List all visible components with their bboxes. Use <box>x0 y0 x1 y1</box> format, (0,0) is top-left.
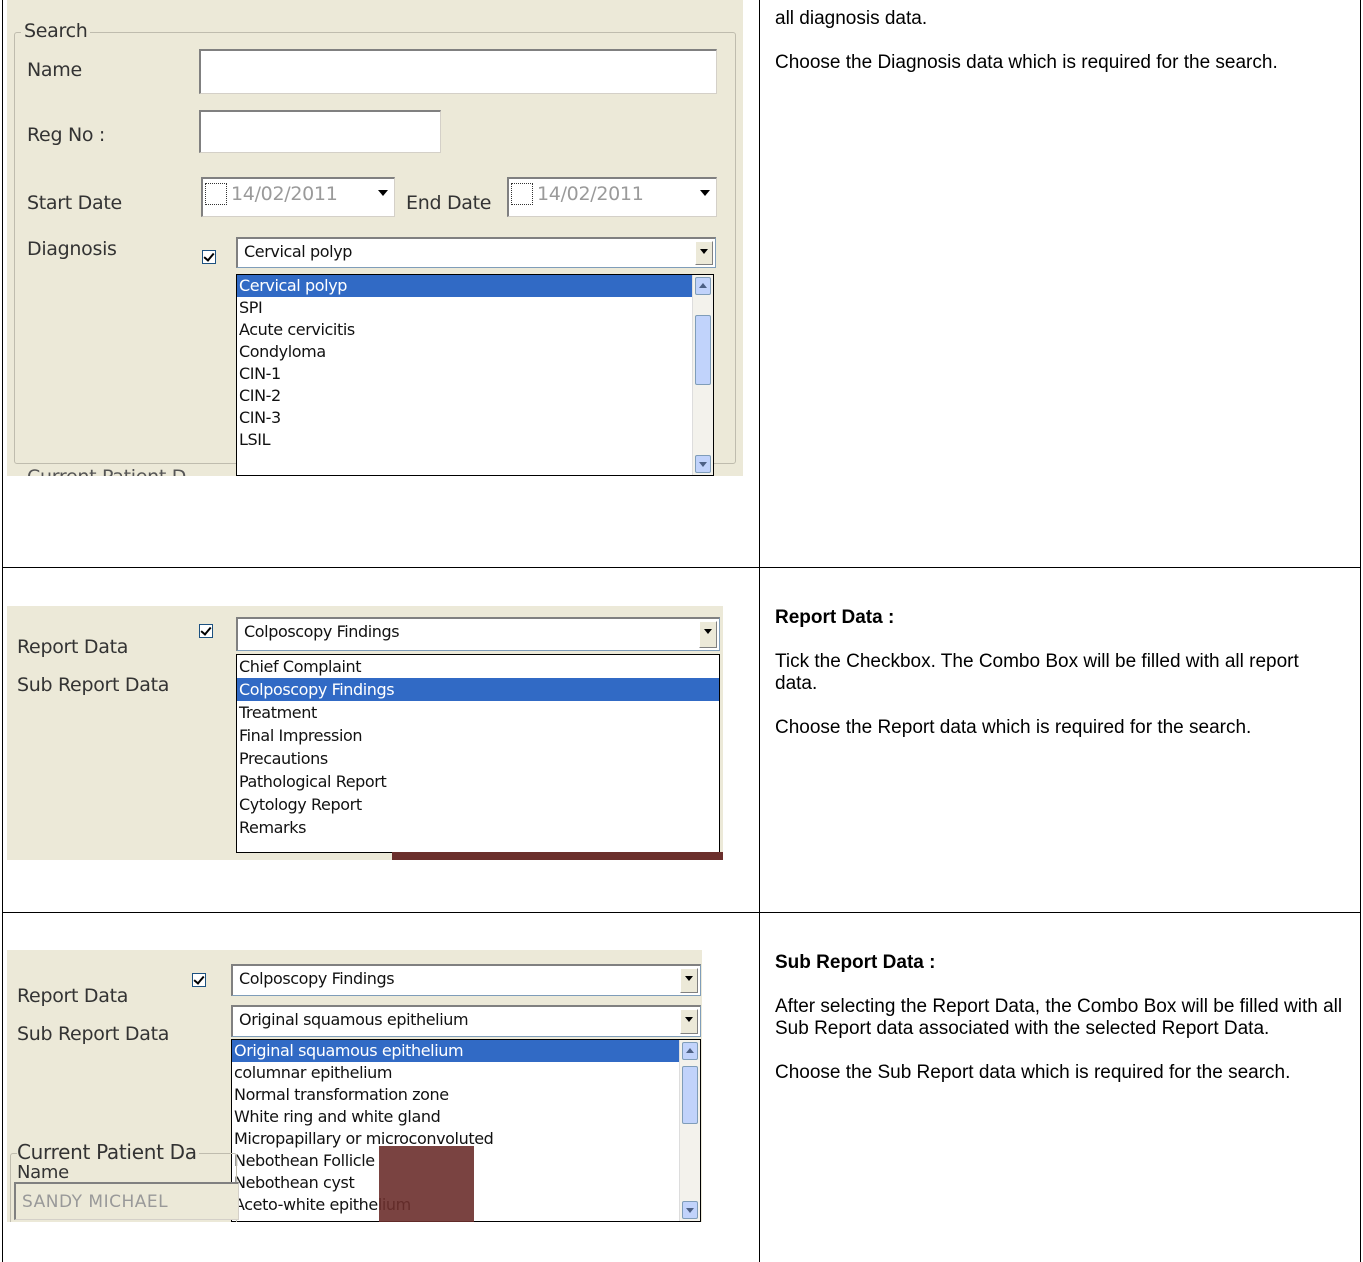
list-item[interactable]: Remarks <box>237 816 719 839</box>
chevron-down-icon[interactable] <box>695 241 713 265</box>
list-item[interactable]: Normal transformation zone <box>232 1084 700 1106</box>
diagnosis-description: all diagnosis data. Choose the Diagnosis… <box>775 8 1345 74</box>
list-item[interactable]: LSIL <box>237 429 713 451</box>
diagnosis-desc-line2: Choose the Diagnosis data which is requi… <box>775 52 1278 73</box>
diagnosis-combo[interactable]: Cervical polyp <box>236 237 716 268</box>
list-item[interactable]: CIN-2 <box>237 385 713 407</box>
start-date-checkbox[interactable] <box>205 183 227 205</box>
report-data-label: Report Data <box>17 985 129 1007</box>
scroll-down-icon[interactable] <box>695 455 711 473</box>
chevron-down-icon[interactable] <box>699 621 717 648</box>
chevron-down-icon[interactable] <box>680 968 698 993</box>
chevron-down-icon[interactable] <box>680 1009 698 1034</box>
report-data-dropdown-list[interactable]: Chief Complaint Colposcopy Findings Treatm… <box>236 654 720 853</box>
search-group-title: Search <box>21 20 91 42</box>
report-data-para1: Tick the Checkbox. The Combo Box will be… <box>775 651 1299 694</box>
list-item[interactable]: Precautions <box>237 747 719 770</box>
list-item[interactable]: SPI <box>237 297 713 319</box>
list-item[interactable]: Acute cervicitis <box>237 319 713 341</box>
report-data-screenshot: Report Data Colposcopy Findings Sub Repo… <box>7 606 723 860</box>
scroll-thumb[interactable] <box>695 315 711 385</box>
list-item[interactable]: CIN-3 <box>237 407 713 429</box>
name-label: Name <box>27 59 82 81</box>
end-date-label: End Date <box>406 192 492 214</box>
start-date-label: Start Date <box>27 192 122 214</box>
sub-report-data-combo[interactable]: Original squamous epithelium <box>231 1005 701 1037</box>
list-item[interactable]: CIN-1 <box>237 363 713 385</box>
regno-label: Reg No : <box>27 124 106 146</box>
report-data-checkbox[interactable] <box>199 624 213 638</box>
current-patient-label: Current Patient Da <box>17 1140 199 1164</box>
patient-name-input[interactable]: SANDY MICHAEL <box>14 1182 239 1220</box>
sub-report-data-heading: Sub Report Data : <box>775 952 936 973</box>
start-date-picker[interactable]: 14/02/2011 <box>201 177 395 217</box>
sub-report-data-screenshot: Report Data Colposcopy Findings Sub Repo… <box>7 950 702 1222</box>
start-date-value: 14/02/2011 <box>231 183 338 205</box>
regno-input[interactable] <box>199 110 441 153</box>
current-patient-cut-label: Current Patient D <box>27 466 186 476</box>
diagnosis-screenshot: Search Name Reg No : Start Date 14/02/20… <box>7 0 743 476</box>
diagnosis-checkbox[interactable] <box>202 250 216 264</box>
sub-report-data-label: Sub Report Data <box>17 1023 170 1045</box>
list-item[interactable]: Original squamous epithelium <box>232 1040 700 1062</box>
list-item[interactable]: Pathological Report <box>237 770 719 793</box>
report-data-checkbox[interactable] <box>192 973 206 987</box>
sub-report-data-para1: After selecting the Report Data, the Com… <box>775 996 1343 1039</box>
report-data-combo[interactable]: Colposcopy Findings <box>236 617 720 651</box>
end-date-picker[interactable]: 14/02/2011 <box>507 177 717 217</box>
report-data-combo-value: Colposcopy Findings <box>244 622 400 641</box>
list-item[interactable]: Cytology Report <box>237 793 719 816</box>
end-date-value: 14/02/2011 <box>537 183 644 205</box>
list-item[interactable]: Colposcopy Findings <box>237 678 719 701</box>
sub-report-data-description: Sub Report Data : After selecting the Re… <box>775 952 1345 1084</box>
chevron-down-icon[interactable] <box>375 184 391 202</box>
list-item[interactable]: White ring and white gland <box>232 1106 700 1128</box>
dropdown-scrollbar[interactable] <box>679 1040 700 1221</box>
dropdown-scrollbar[interactable] <box>692 275 713 475</box>
background-image-strip <box>379 1146 474 1222</box>
name-input[interactable] <box>199 49 717 94</box>
list-item[interactable]: Chief Complaint <box>237 655 719 678</box>
list-item[interactable]: Condyloma <box>237 341 713 363</box>
report-data-label: Report Data <box>17 636 129 658</box>
diagnosis-desc-line1: all diagnosis data. <box>775 8 928 29</box>
chevron-down-icon[interactable] <box>697 184 713 202</box>
list-item[interactable]: Final Impression <box>237 724 719 747</box>
list-item[interactable]: columnar epithelium <box>232 1062 700 1084</box>
patient-name-label: Name <box>17 1162 69 1183</box>
list-item[interactable]: Treatment <box>237 701 719 724</box>
list-item[interactable]: Cervical polyp <box>237 275 713 297</box>
diagnosis-label: Diagnosis <box>27 238 117 260</box>
end-date-checkbox[interactable] <box>511 183 533 205</box>
report-data-description: Report Data : Tick the Checkbox. The Com… <box>775 607 1345 739</box>
scroll-up-icon[interactable] <box>682 1042 698 1060</box>
report-data-para2: Choose the Report data which is required… <box>775 717 1252 738</box>
sub-report-data-para2: Choose the Sub Report data which is requ… <box>775 1062 1291 1083</box>
report-data-heading: Report Data : <box>775 607 895 628</box>
scroll-down-icon[interactable] <box>682 1201 698 1219</box>
scroll-thumb[interactable] <box>682 1066 698 1124</box>
scroll-up-icon[interactable] <box>695 277 711 295</box>
sub-report-data-combo-value: Original squamous epithelium <box>239 1010 469 1029</box>
diagnosis-combo-value: Cervical polyp <box>244 242 353 261</box>
report-data-combo[interactable]: Colposcopy Findings <box>231 964 701 996</box>
diagnosis-dropdown-list[interactable]: Cervical polyp SPI Acute cervicitis Condylo… <box>236 274 714 476</box>
background-image-strip <box>392 852 723 860</box>
report-data-combo-value: Colposcopy Findings <box>239 969 395 988</box>
sub-report-data-label: Sub Report Data <box>17 674 170 696</box>
patient-name-value: SANDY MICHAEL <box>22 1192 169 1212</box>
